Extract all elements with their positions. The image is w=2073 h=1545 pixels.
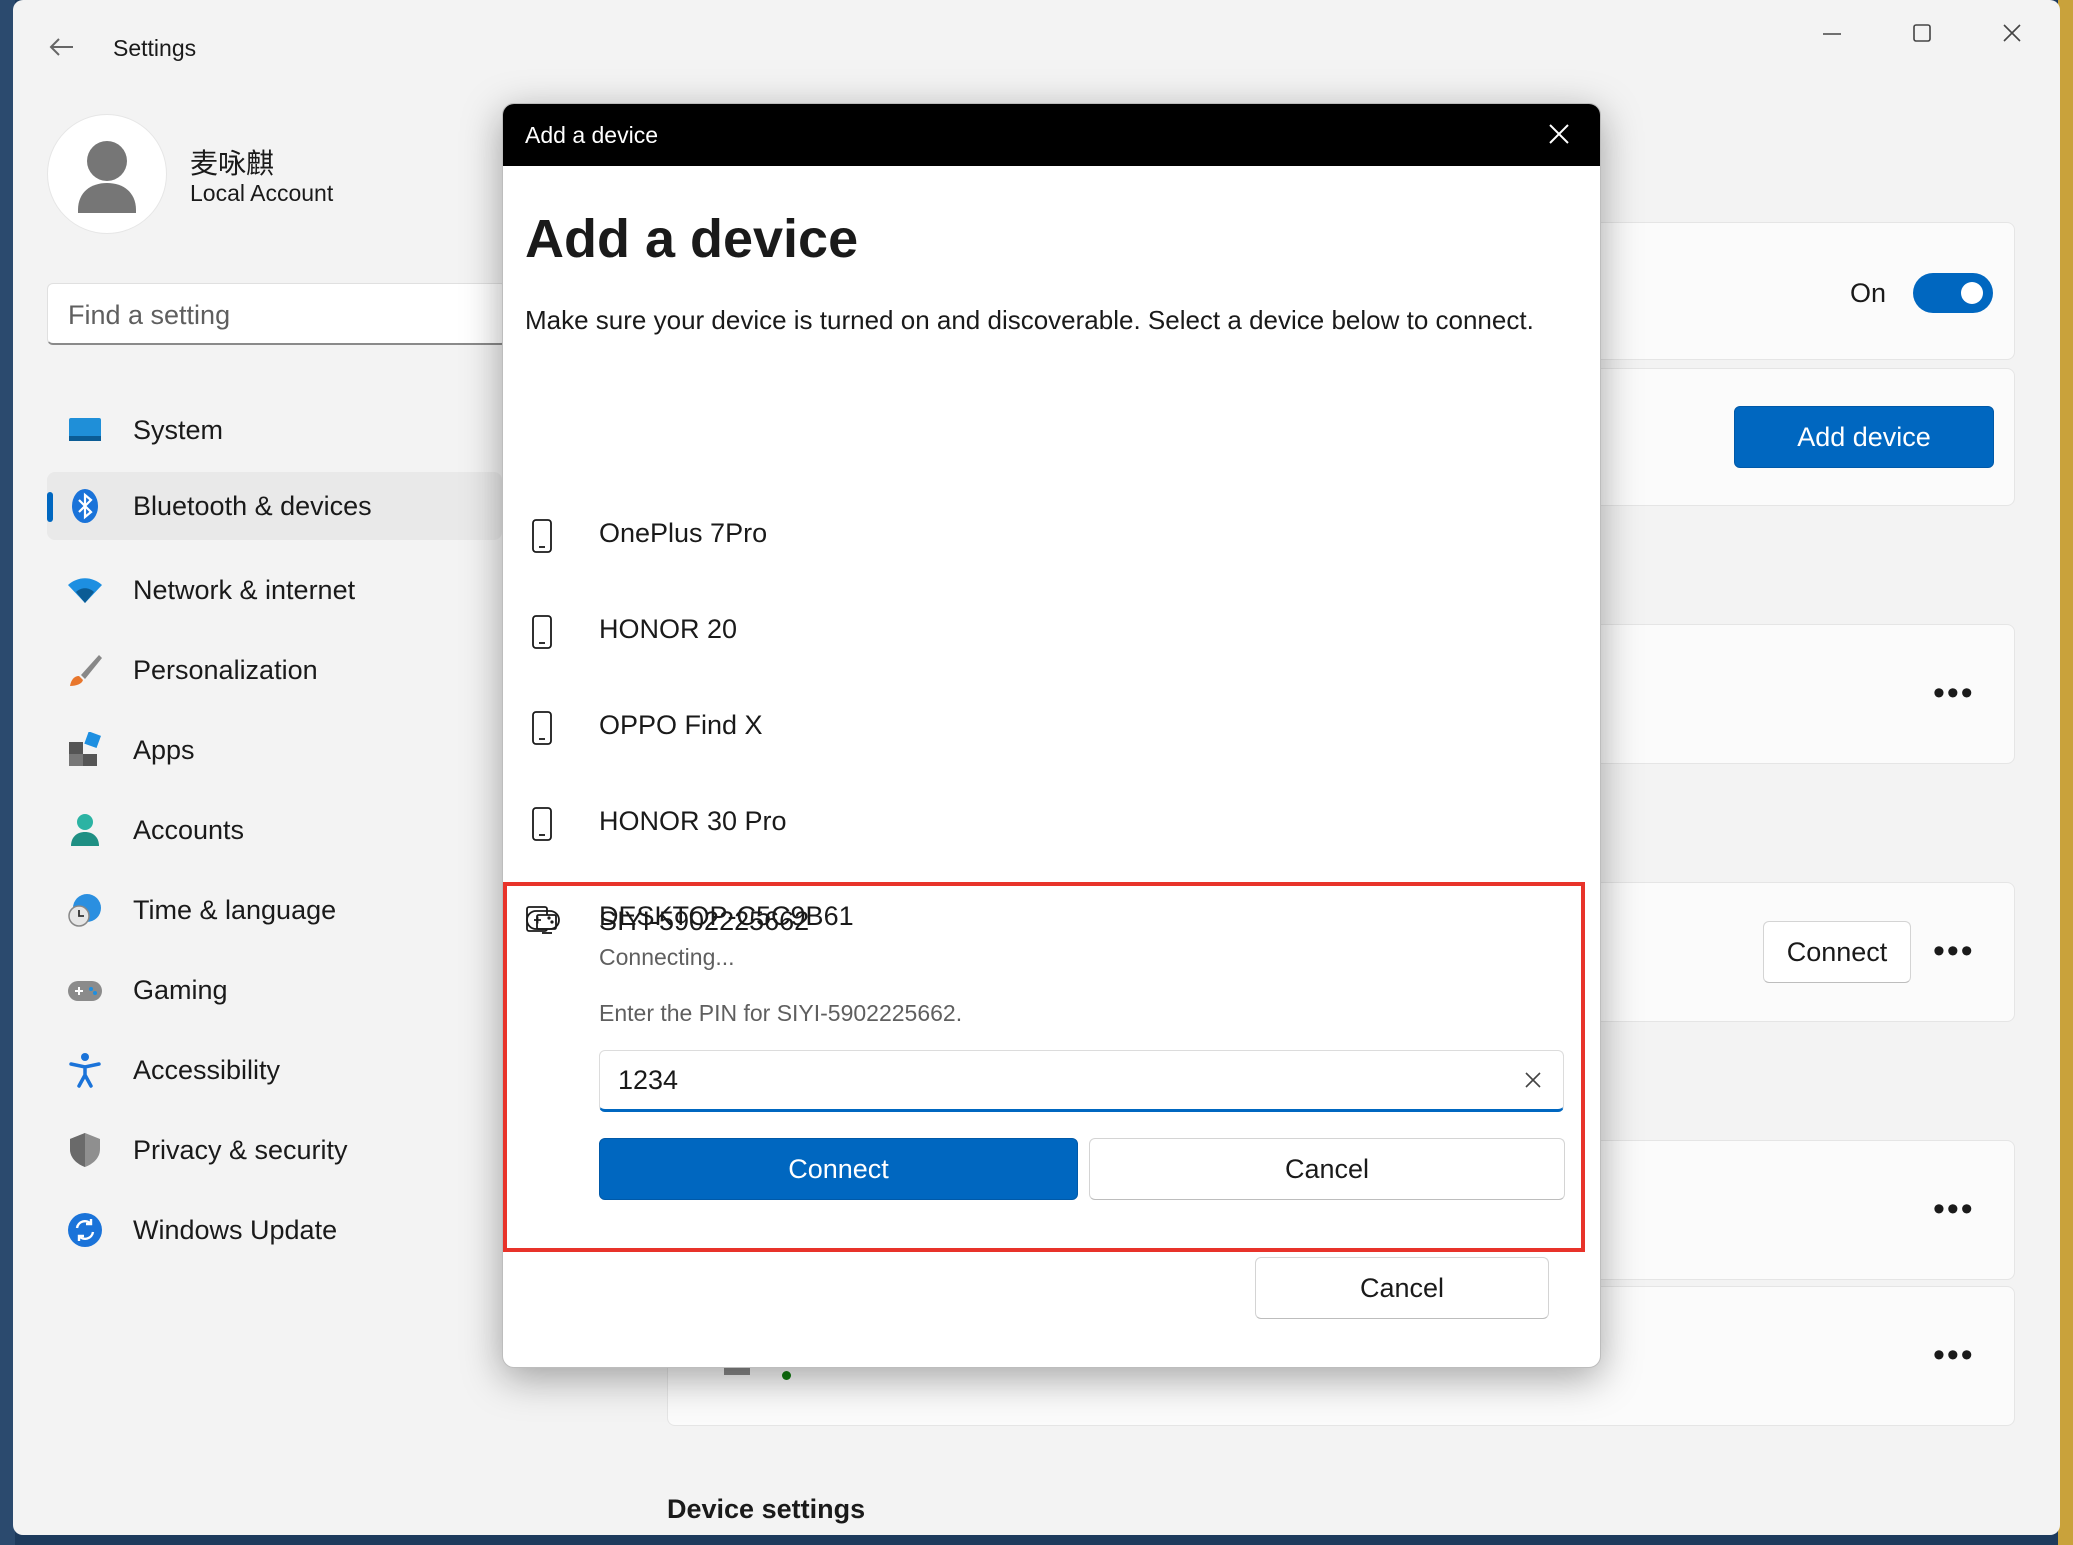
brush-icon — [67, 652, 103, 688]
sidebar-item-label: Bluetooth & devices — [133, 490, 372, 521]
pairing-cancel-button[interactable]: Cancel — [1089, 1138, 1565, 1200]
sidebar-item-time-language[interactable]: Time & language — [47, 876, 502, 944]
accounts-icon — [67, 812, 103, 848]
window-title: Settings — [113, 35, 197, 61]
sidebar-item-label: Accounts — [133, 814, 245, 845]
pairing-status: Connecting... — [599, 944, 735, 970]
globe-clock-icon — [67, 892, 103, 928]
close-icon[interactable] — [1997, 18, 2027, 48]
sidebar-item-label: Windows Update — [133, 1214, 338, 1245]
settings-window: Settings 麦咏麒 Local Account Find a settin… — [13, 0, 2060, 1535]
sidebar-item-label: Privacy & security — [133, 1134, 348, 1165]
gamepad-icon — [525, 902, 561, 938]
more-options-icon[interactable]: ••• — [1933, 1338, 1975, 1372]
selection-indicator — [47, 492, 53, 522]
phone-icon — [525, 710, 559, 746]
sidebar-item-personalization[interactable]: Personalization — [47, 636, 502, 704]
bluetooth-toggle[interactable] — [1913, 273, 1993, 313]
dialog-description: Make sure your device is turned on and d… — [525, 305, 1534, 335]
more-options-icon[interactable]: ••• — [1933, 934, 1975, 968]
status-dot — [782, 1371, 791, 1380]
accessibility-icon — [67, 1052, 103, 1088]
add-device-button[interactable]: Add device — [1734, 406, 1994, 468]
pin-input[interactable]: 1234 — [599, 1050, 1564, 1112]
dialog-close-icon[interactable] — [1545, 120, 1573, 148]
device-settings-heading: Device settings — [667, 1494, 866, 1524]
shield-icon — [67, 1132, 103, 1168]
sidebar-item-label: Accessibility — [133, 1054, 281, 1085]
sidebar-item-label: Time & language — [133, 894, 337, 925]
sidebar-item-bluetooth-devices[interactable]: Bluetooth & devices — [47, 472, 502, 540]
sidebar-item-label: Network & internet — [133, 574, 356, 605]
device-name: HONOR 20 — [599, 614, 738, 644]
pairing-device-name: SIYI-5902225662 — [599, 906, 810, 936]
sidebar-item-label: Gaming — [133, 974, 228, 1005]
sidebar-item-label: Personalization — [133, 654, 318, 685]
sidebar-item-label: Apps — [133, 734, 195, 765]
phone-icon — [525, 806, 559, 842]
toggle-knob — [1961, 282, 1983, 304]
search-input[interactable]: Find a setting — [47, 283, 507, 345]
dialog-cancel-button[interactable]: Cancel — [1255, 1257, 1549, 1319]
dialog-title-bar: Add a device — [503, 104, 1600, 166]
sidebar-item-privacy-security[interactable]: Privacy & security — [47, 1116, 502, 1184]
sidebar-item-label: System — [133, 414, 224, 445]
dialog-title: Add a device — [525, 122, 658, 148]
device-connect-button[interactable]: Connect — [1763, 921, 1911, 983]
avatar[interactable] — [47, 114, 167, 234]
device-name: OPPO Find X — [599, 710, 763, 740]
device-name: HONOR 30 Pro — [599, 806, 787, 836]
back-arrow-icon[interactable] — [47, 32, 77, 62]
update-icon — [67, 1212, 103, 1248]
pin-prompt: Enter the PIN for SIYI-5902225662. — [599, 1000, 963, 1026]
device-row-oppo-find-x[interactable]: OPPO Find X — [503, 680, 1600, 776]
device-row-honor-20[interactable]: HONOR 20 — [503, 584, 1600, 680]
apps-icon — [67, 731, 103, 768]
more-options-icon[interactable]: ••• — [1933, 1192, 1975, 1226]
sidebar-item-network-internet[interactable]: Network & internet — [47, 556, 502, 624]
minimize-icon[interactable] — [1817, 18, 1847, 48]
profile-name: 麦咏麒 — [190, 148, 275, 179]
maximize-icon[interactable] — [1907, 18, 1937, 48]
sidebar-item-apps[interactable]: Apps — [47, 716, 502, 784]
pairing-connect-button[interactable]: Connect — [599, 1138, 1078, 1200]
bluetooth-icon — [67, 488, 103, 524]
device-row-oneplus-7pro[interactable]: OnePlus 7Pro — [503, 488, 1600, 584]
add-device-dialog: Add a device Add a device Make sure your… — [502, 103, 1601, 1368]
sidebar-item-accessibility[interactable]: Accessibility — [47, 1036, 502, 1104]
gamepad-icon — [67, 972, 103, 1008]
pairing-highlight-box: SIYI-5902225662 Connecting... Enter the … — [503, 882, 1585, 1252]
sidebar-item-accounts[interactable]: Accounts — [47, 796, 502, 864]
phone-icon — [525, 518, 559, 554]
sidebar-item-gaming[interactable]: Gaming — [47, 956, 502, 1024]
toggle-state-label: On — [1850, 278, 1887, 308]
more-options-icon[interactable]: ••• — [1933, 676, 1975, 710]
system-icon — [67, 412, 103, 448]
desktop-right-edge — [2058, 0, 2073, 1545]
profile-account-type: Local Account — [190, 180, 334, 206]
search-placeholder: Find a setting — [68, 300, 231, 330]
device-name: OnePlus 7Pro — [599, 518, 768, 548]
sidebar-item-windows-update[interactable]: Windows Update — [47, 1196, 502, 1264]
sidebar-item-system[interactable]: System — [47, 396, 502, 464]
pin-value: 1234 — [618, 1065, 679, 1095]
device-row-honor-30-pro[interactable]: HONOR 30 Pro — [503, 776, 1600, 872]
phone-icon — [525, 614, 559, 650]
dialog-heading: Add a device — [525, 209, 859, 269]
clear-input-icon[interactable] — [1522, 1069, 1544, 1091]
wifi-icon — [67, 572, 103, 608]
